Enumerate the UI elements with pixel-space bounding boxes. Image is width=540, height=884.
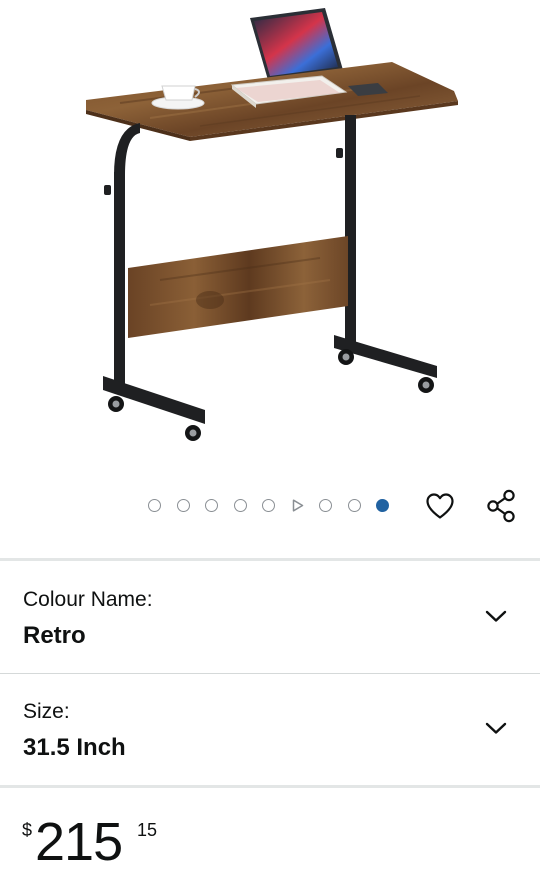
carousel-dot[interactable] (319, 499, 332, 512)
wishlist-button[interactable] (420, 488, 460, 528)
carousel-dot[interactable] (148, 499, 161, 512)
section-divider (0, 558, 540, 561)
carousel-dot-active[interactable] (376, 499, 389, 512)
share-button[interactable] (481, 488, 521, 528)
carousel-dot[interactable] (233, 499, 247, 512)
size-label: Size: (23, 700, 70, 723)
carousel-video-play-icon[interactable] (291, 499, 304, 512)
size-selector[interactable]: Size: 31.5 Inch (0, 676, 540, 784)
carousel-dot[interactable] (176, 499, 190, 512)
colour-selector[interactable]: Colour Name: Retro (0, 564, 540, 672)
heart-outline-icon (425, 492, 455, 525)
share-icon (485, 489, 517, 528)
carousel-dot[interactable] (347, 499, 361, 512)
product-image[interactable] (0, 0, 540, 470)
price-currency-symbol: $ (22, 820, 33, 840)
image-carousel-controls (0, 480, 540, 536)
chevron-down-icon[interactable] (484, 716, 508, 740)
carousel-dot[interactable] (262, 499, 275, 512)
carousel-dots (148, 499, 405, 512)
section-divider (0, 673, 540, 674)
price-fraction: 15 (137, 820, 158, 840)
chevron-down-icon[interactable] (484, 604, 508, 628)
size-value: 31.5 Inch (23, 734, 126, 761)
price-whole: 215 (35, 812, 123, 872)
section-divider (0, 785, 540, 788)
carousel-dot[interactable] (205, 499, 218, 512)
colour-label: Colour Name: (23, 588, 153, 611)
colour-value: Retro (23, 622, 86, 649)
